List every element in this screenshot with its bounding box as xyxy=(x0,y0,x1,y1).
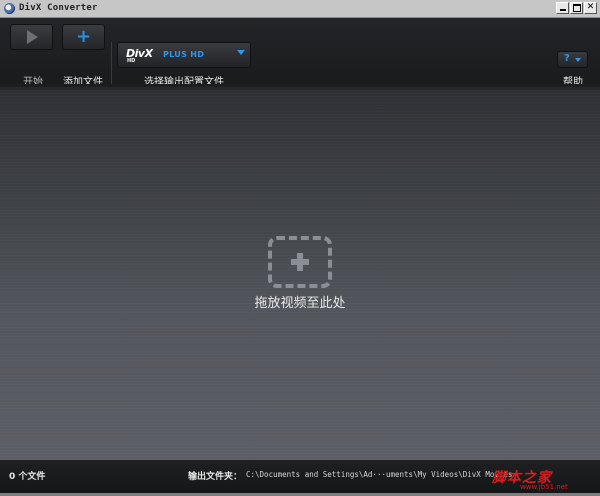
add-icon: + xyxy=(75,26,92,47)
dropdown-arrow-icon xyxy=(237,50,245,55)
status-bar: 0 个文件 输出文件夹： C:\Documents and Settings\A… xyxy=(0,460,600,496)
drop-hint-text: 拖放视频至此处 xyxy=(254,296,346,311)
close-icon: ✕ xyxy=(586,2,595,12)
file-count: 0 个文件 xyxy=(9,472,46,482)
help-icon: ? xyxy=(564,53,570,64)
divx-app-icon xyxy=(4,3,15,14)
toolbar: + DivX HD PLUS HD ? 开始 添加文件 选择输出配置文件 帮助 xyxy=(0,18,600,88)
window-title: DivX Converter xyxy=(19,3,98,13)
profile-value: PLUS HD xyxy=(163,50,205,59)
minimize-icon xyxy=(559,9,566,11)
watermark-url: www.jb51.net xyxy=(520,483,568,491)
maximize-icon xyxy=(572,4,581,12)
help-button[interactable]: ? xyxy=(557,51,588,68)
play-icon xyxy=(27,30,38,44)
close-button[interactable]: ✕ xyxy=(584,2,597,14)
drop-zone[interactable]: 拖放视频至此处 xyxy=(0,84,600,460)
add-files-button[interactable]: + xyxy=(62,24,105,50)
help-dropdown-arrow-icon xyxy=(575,58,581,62)
maximize-button[interactable] xyxy=(570,2,583,14)
start-button[interactable] xyxy=(10,24,53,50)
minimize-button[interactable] xyxy=(556,2,569,14)
output-profile-select[interactable]: DivX HD PLUS HD xyxy=(117,42,251,68)
toolbar-divider xyxy=(111,42,112,84)
output-folder-label: 输出文件夹： xyxy=(188,472,243,482)
divx-hd-label: HD xyxy=(127,58,136,64)
drop-add-icon xyxy=(268,236,332,288)
title-bar: DivX Converter ✕ xyxy=(0,0,600,18)
